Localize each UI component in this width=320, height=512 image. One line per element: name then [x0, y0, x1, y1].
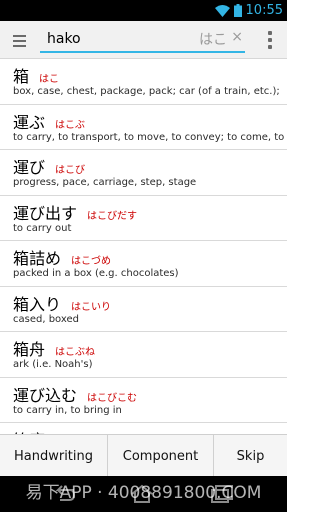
kanji-text: 運び	[13, 158, 46, 177]
reading-text: はこづめ	[71, 256, 112, 267]
bottom-bar: Handwriting Component Skip	[0, 434, 287, 477]
entry-line: 運ぶ はこぶ	[13, 109, 287, 132]
kanji-text: 箱庭	[13, 427, 45, 434]
gloss-text: ark (i.e. Noah's)	[13, 359, 93, 370]
entry-line: 運び出す はこびだす	[13, 200, 287, 223]
results-list[interactable]: 箱はこ box, case, chest, package, pack; car …	[0, 59, 287, 434]
entry-line: 箱入り はこいり	[13, 291, 287, 314]
gloss-text: to carry, to transport, to move, to conv…	[13, 131, 285, 143]
entry-line: 箱舟 はこぶね	[13, 336, 287, 359]
kana-preview: はこ	[199, 32, 227, 48]
back-icon[interactable]	[52, 484, 76, 504]
gloss-text: cased, boxed	[13, 313, 79, 325]
reading-text: はこびこむ	[87, 392, 138, 404]
search-input[interactable]	[47, 28, 177, 50]
wifi-icon	[214, 4, 230, 17]
kanji-text: 箱入り	[13, 294, 62, 314]
result-item[interactable]: 箱舟 はこぶね ark (i.e. Noah's)	[0, 332, 287, 378]
entry-line: 箱はこ	[13, 63, 287, 86]
home-icon[interactable]	[130, 484, 154, 504]
reading-text: はこび	[55, 165, 86, 176]
result-item[interactable]: 箱はこ box, case, chest, package, pack; car …	[0, 59, 287, 105]
kanji-text: 運び出す	[13, 203, 78, 223]
action-bar: はこ ×	[0, 21, 287, 59]
navigation-bar	[0, 476, 287, 512]
entry-line: 運び はこび	[13, 154, 287, 177]
menu-icon[interactable]	[11, 31, 29, 49]
result-item[interactable]: 運ぶ はこぶ to carry, to transport, to move, to…	[0, 105, 287, 150]
entry-line: 箱詰め はこづめ	[13, 245, 287, 268]
battery-icon	[233, 4, 242, 17]
gloss-text: progress, pace, carriage, step, stage	[13, 177, 197, 188]
kanji-text: 箱	[13, 67, 30, 86]
gloss-text: to carry in, to bring in	[13, 404, 122, 416]
status-icons: 10:55	[214, 2, 283, 19]
reading-text: はこびだす	[87, 210, 138, 222]
clear-icon[interactable]: ×	[231, 29, 243, 45]
handwriting-button[interactable]: Handwriting	[0, 435, 108, 477]
reading-text: はこ	[39, 74, 60, 85]
gloss-text: packed in a box (e.g. chocolates)	[13, 268, 179, 279]
gloss-text: box, case, chest, package, pack; car (of…	[13, 86, 280, 97]
result-item[interactable]: 箱入り はこいり cased, boxed	[0, 287, 287, 332]
skip-button[interactable]: Skip	[214, 435, 287, 477]
kanji-text: 運び込む	[13, 385, 78, 405]
reading-text: はこぶ	[55, 119, 86, 131]
kanji-text: 箱舟	[13, 340, 46, 359]
kanji-text: 箱詰め	[13, 249, 62, 268]
recents-icon[interactable]	[210, 484, 234, 504]
overflow-icon[interactable]	[267, 31, 273, 51]
entry-line: 運び込む はこびこむ	[13, 382, 287, 405]
reading-text: はこいり	[71, 301, 112, 313]
result-item[interactable]: 箱庭	[0, 423, 287, 434]
status-bar: 10:55	[0, 0, 287, 21]
status-clock: 10:55	[245, 3, 283, 18]
gloss-text: to carry out	[13, 222, 72, 234]
result-item[interactable]: 運び出す はこびだす to carry out	[0, 196, 287, 241]
result-item[interactable]: 運び込む はこびこむ to carry in, to bring in	[0, 378, 287, 423]
reading-text: はこぶね	[55, 347, 96, 358]
component-button[interactable]: Component	[108, 435, 214, 477]
result-item[interactable]: 箱詰め はこづめ packed in a box (e.g. chocolates)	[0, 241, 287, 287]
search-box[interactable]: はこ ×	[40, 25, 245, 53]
entry-line: 箱庭	[13, 427, 287, 434]
result-item[interactable]: 運び はこび progress, pace, carriage, step, sta…	[0, 150, 287, 196]
kanji-text: 運ぶ	[13, 112, 46, 132]
